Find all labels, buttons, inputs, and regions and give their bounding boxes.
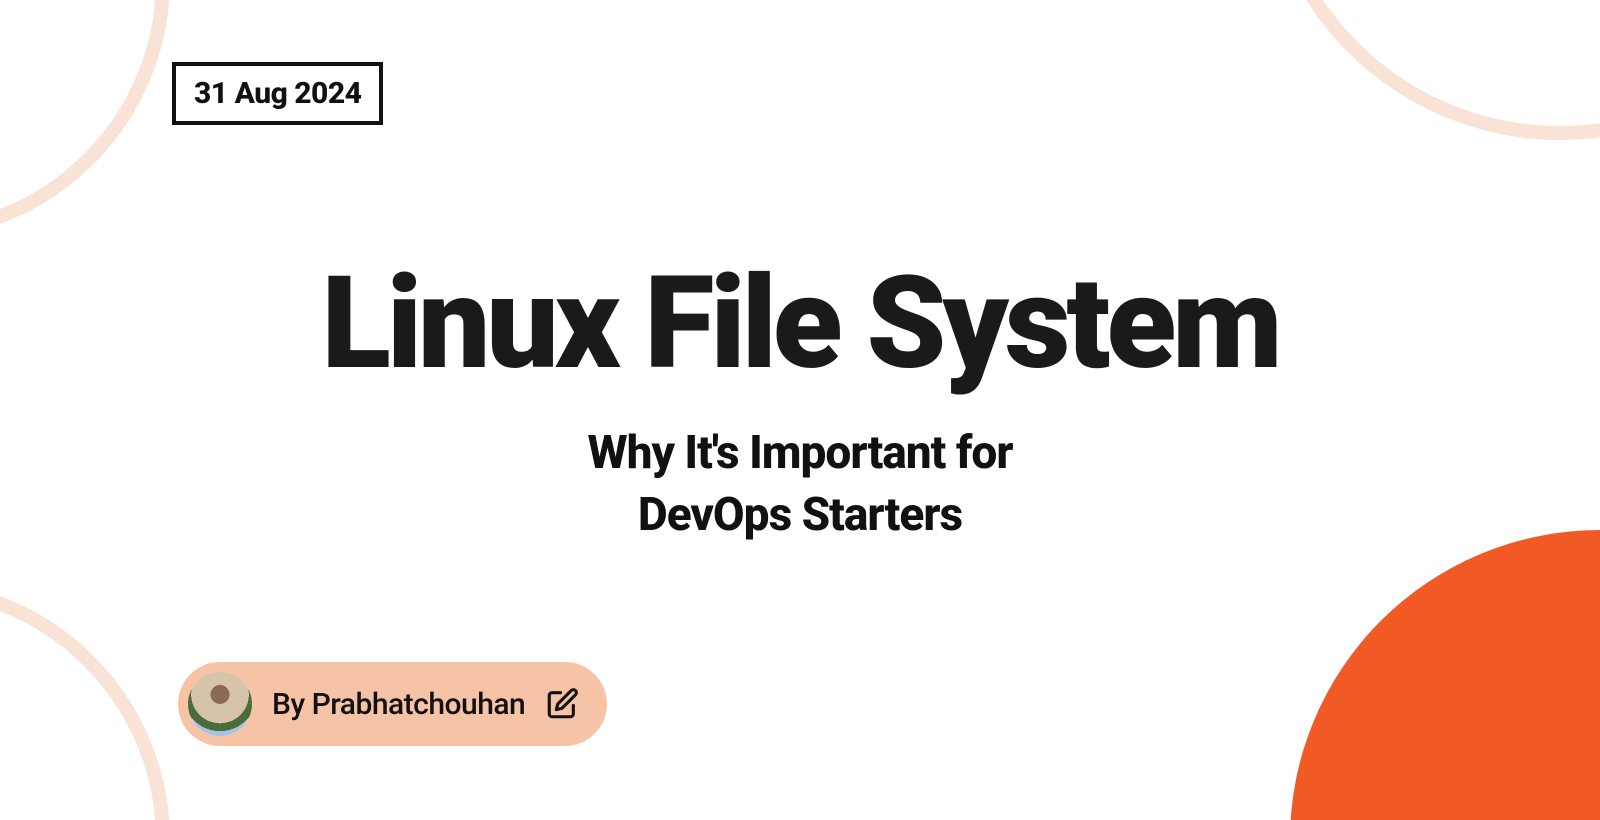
- author-avatar: [188, 672, 252, 736]
- date-text: 31 Aug 2024: [194, 76, 361, 111]
- subtitle-line-2: DevOps Starters: [0, 484, 1600, 546]
- headline-block: Linux File System Why It's Important for…: [0, 260, 1600, 546]
- decorative-circle-top-right: [1260, 0, 1600, 140]
- author-pill: By Prabhatchouhan: [178, 662, 607, 746]
- decorative-circle-bottom-left: [0, 580, 170, 820]
- date-badge: 31 Aug 2024: [172, 62, 383, 125]
- page-title: Linux File System: [0, 260, 1600, 388]
- author-byline: By Prabhatchouhan: [272, 687, 525, 722]
- edit-icon: [545, 687, 579, 721]
- decorative-circle-top-left: [0, 0, 170, 240]
- page-subtitle: Why It's Important for DevOps Starters: [0, 422, 1600, 546]
- subtitle-line-1: Why It's Important for: [0, 422, 1600, 484]
- decorative-blob-bottom-right: [1290, 530, 1600, 820]
